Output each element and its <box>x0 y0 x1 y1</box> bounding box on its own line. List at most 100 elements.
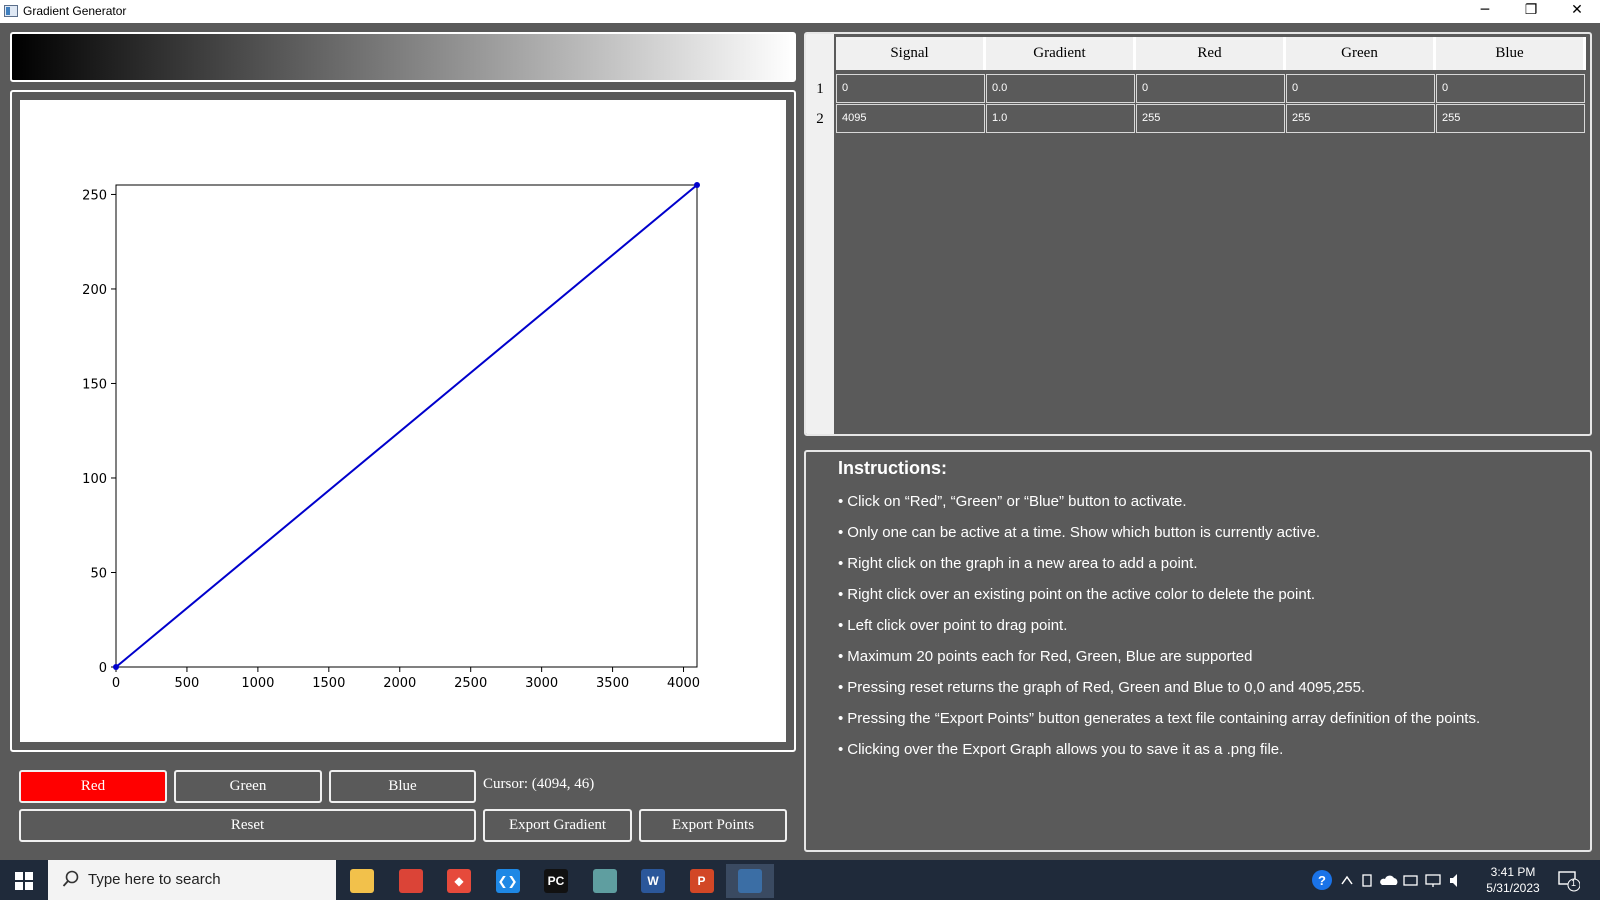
instruction-item: Clicking over the Export Graph allows yo… <box>838 739 1480 770</box>
notification-count: 1 <box>1571 878 1577 888</box>
device-icon <box>1362 874 1372 887</box>
restore-button[interactable]: ❐ <box>1508 0 1554 23</box>
y-tick-label: 0 <box>99 661 107 676</box>
row-header[interactable]: 2 <box>806 104 834 134</box>
table-cell[interactable]: 0 <box>836 74 985 103</box>
onedrive-icon <box>1380 875 1398 885</box>
search-placeholder: Type here to search <box>88 871 221 888</box>
x-tick-label: 0 <box>112 676 120 691</box>
taskbar-app-button[interactable]: PC <box>532 864 580 898</box>
export-gradient-button[interactable]: Export Gradient <box>483 809 632 842</box>
y-tick-label: 100 <box>82 472 107 487</box>
taskbar-app-button[interactable]: ◆ <box>435 864 483 898</box>
table-cell[interactable]: 255 <box>1136 104 1285 133</box>
battery-icon <box>1403 875 1418 886</box>
table-cell[interactable]: 255 <box>1286 104 1435 133</box>
table-cell[interactable]: 0.0 <box>986 74 1135 103</box>
clock-time: 3:41 PM <box>1490 865 1536 879</box>
instructions-title: Instructions: <box>838 458 948 478</box>
file-explorer-icon <box>350 869 374 893</box>
cursor-readout: Cursor: (4094, 46) <box>483 776 595 792</box>
minimize-button[interactable]: ─ <box>1462 0 1508 23</box>
table-cell[interactable]: 255 <box>1436 104 1585 133</box>
tray-icons[interactable]: ? <box>1310 860 1470 900</box>
word-icon: W <box>641 869 665 893</box>
instruction-item: Right click on the graph in a new area t… <box>838 553 1480 584</box>
instruction-item: Maximum 20 points each for Red, Green, B… <box>838 646 1480 677</box>
instructions-list: Click on “Red”, “Green” or “Blue” button… <box>838 491 1480 770</box>
instruction-item: Click on “Red”, “Green” or “Blue” button… <box>838 491 1480 522</box>
column-header-blue[interactable]: Blue <box>1436 37 1586 70</box>
chrome-icon <box>398 869 423 893</box>
column-header-green[interactable]: Green <box>1286 37 1436 70</box>
pycharm-icon: PC <box>544 869 568 893</box>
table-cell[interactable]: 0 <box>1136 74 1285 103</box>
taskbar-app-button[interactable] <box>581 864 629 898</box>
column-header-red[interactable]: Red <box>1136 37 1286 70</box>
notification-center[interactable]: 1 <box>1556 868 1581 892</box>
gradient-preview-bar[interactable] <box>10 32 796 82</box>
python-app-icon <box>738 869 762 893</box>
y-tick-label: 200 <box>82 283 107 298</box>
svg-text:?: ? <box>1318 873 1326 888</box>
data-point <box>694 182 700 188</box>
taskbar-app-button[interactable] <box>726 864 774 898</box>
red-button[interactable]: Red <box>19 770 167 803</box>
reset-button[interactable]: Reset <box>19 809 476 842</box>
table-cell[interactable]: 1.0 <box>986 104 1135 133</box>
taskbar-app-button[interactable] <box>387 864 435 898</box>
instruction-item: Left click over point to drag point. <box>838 615 1480 646</box>
app-icon <box>4 5 18 17</box>
graph-frame: 0 500 1000 1500 2000 2500 3000 3500 4000 0 50 100 15… <box>10 90 796 752</box>
x-tick-label: 3500 <box>596 676 629 691</box>
taskbar-app-button[interactable]: W <box>629 864 677 898</box>
vscode-icon: ❮❯ <box>495 869 520 893</box>
start-button[interactable] <box>0 860 48 900</box>
notification-icon <box>1558 871 1581 892</box>
x-tick-label: 500 <box>175 676 200 691</box>
row-header[interactable]: 1 <box>806 74 834 104</box>
title-bar: Gradient Generator ─ ❐ ✕ <box>0 0 1600 23</box>
instructions-panel: Instructions: Click on “Red”, “Green” or… <box>804 450 1592 852</box>
taskbar-search[interactable]: Type here to search <box>48 860 336 900</box>
y-tick-label: 250 <box>82 188 107 203</box>
data-point <box>113 664 119 670</box>
window-title: Gradient Generator <box>23 4 127 18</box>
table-cell[interactable]: 0 <box>1436 74 1585 103</box>
x-tick-label: 4000 <box>667 676 700 691</box>
column-header-gradient[interactable]: Gradient <box>986 37 1136 70</box>
instruction-item: Right click over an existing point on th… <box>838 584 1480 615</box>
export-points-button[interactable]: Export Points <box>639 809 787 842</box>
column-header-signal[interactable]: Signal <box>836 37 986 70</box>
y-tick-label: 150 <box>82 377 107 392</box>
instruction-item: Pressing reset returns the graph of Red,… <box>838 677 1480 708</box>
clock-date: 5/31/2023 <box>1486 881 1540 895</box>
close-button[interactable]: ✕ <box>1554 0 1600 23</box>
taskbar-app-button[interactable]: ❮❯ <box>484 864 532 898</box>
x-tick-label: 2500 <box>454 676 487 691</box>
x-tick-label: 1500 <box>312 676 345 691</box>
green-button[interactable]: Green <box>174 770 322 803</box>
instruction-item: Pressing the “Export Points” button gene… <box>838 708 1480 739</box>
taskbar: Type here to search ◆ ❮❯ PC W P ? 3:41 PM 5/… <box>0 860 1600 900</box>
search-icon <box>62 870 79 887</box>
points-table[interactable]: Signal Gradient Red Green Blue 1 2 0 0.0… <box>804 32 1592 436</box>
taskbar-app-button[interactable] <box>338 864 386 898</box>
y-tick-label: 50 <box>90 566 107 581</box>
graph-canvas[interactable]: 0 500 1000 1500 2000 2500 3000 3500 4000 0 50 100 15… <box>20 100 786 742</box>
x-tick-label: 2000 <box>383 676 416 691</box>
windows-logo-icon <box>15 872 33 890</box>
chevron-up-icon <box>1341 875 1353 885</box>
gradient-chart[interactable]: 0 500 1000 1500 2000 2500 3000 3500 4000 0 50 100 15… <box>20 100 786 742</box>
table-cell[interactable]: 0 <box>1286 74 1435 103</box>
taskbar-app-button[interactable]: P <box>678 864 726 898</box>
git-icon: ◆ <box>447 869 471 893</box>
table-corner[interactable] <box>806 34 834 74</box>
taskbar-clock[interactable]: 3:41 PM 5/31/2023 <box>1472 864 1554 896</box>
network-icon <box>1425 874 1441 885</box>
instruction-item: Only one can be active at a time. Show w… <box>838 522 1480 553</box>
system-tray: ? <box>1310 860 1470 900</box>
x-tick-label: 3000 <box>525 676 558 691</box>
blue-button[interactable]: Blue <box>329 770 476 803</box>
table-cell[interactable]: 4095 <box>836 104 985 133</box>
